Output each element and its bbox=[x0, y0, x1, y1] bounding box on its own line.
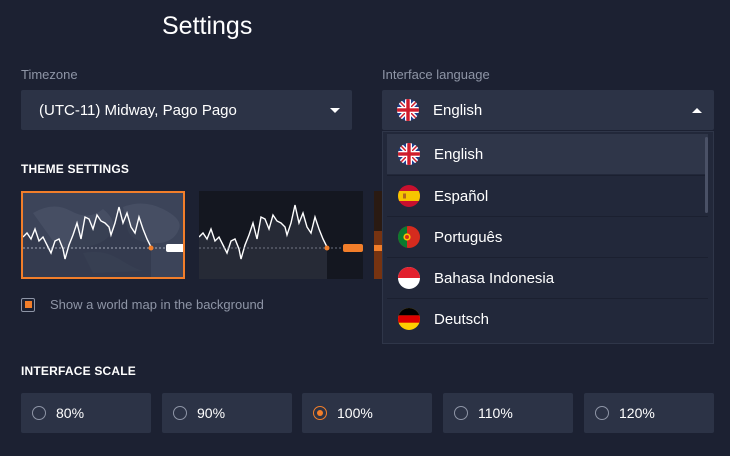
language-option-english[interactable]: English bbox=[387, 134, 708, 174]
scale-option-100[interactable]: 100% bbox=[302, 393, 432, 433]
timezone-select[interactable]: (UTC-11) Midway, Pago Pago bbox=[21, 90, 352, 130]
theme-card-light-map[interactable] bbox=[21, 191, 185, 279]
language-option-portugues[interactable]: Português bbox=[387, 217, 708, 257]
world-map-option[interactable]: Show a world map in the background bbox=[21, 297, 264, 312]
language-option-label: Português bbox=[434, 228, 503, 246]
world-map-checkbox[interactable] bbox=[21, 297, 35, 312]
radio-selected-icon bbox=[313, 406, 327, 420]
scale-option-label: 110% bbox=[478, 405, 513, 421]
language-option-bahasa-indonesia[interactable]: Bahasa Indonesia bbox=[387, 258, 708, 298]
radio-icon bbox=[454, 406, 468, 420]
radio-icon bbox=[595, 406, 609, 420]
language-dropdown: English Español Português Bahasa Indones… bbox=[382, 131, 714, 344]
chevron-up-icon bbox=[692, 107, 702, 113]
language-select[interactable]: English bbox=[382, 90, 714, 130]
timezone-value: (UTC-11) Midway, Pago Pago bbox=[39, 101, 237, 119]
radio-icon bbox=[32, 406, 46, 420]
indonesia-flag-icon bbox=[398, 267, 420, 289]
language-option-deutsch[interactable]: Deutsch bbox=[387, 299, 708, 339]
theme-card-dark[interactable] bbox=[199, 191, 363, 279]
chevron-down-icon bbox=[330, 107, 340, 113]
scale-option-label: 80% bbox=[56, 405, 85, 421]
language-option-label: English bbox=[434, 145, 484, 163]
radio-icon bbox=[173, 406, 187, 420]
language-option-label: Bahasa Indonesia bbox=[434, 269, 555, 287]
scale-option-label: 100% bbox=[337, 405, 373, 421]
spain-flag-icon bbox=[398, 185, 420, 207]
uk-flag-icon bbox=[398, 143, 420, 165]
uk-flag-icon bbox=[397, 99, 419, 121]
scale-option-120[interactable]: 120% bbox=[584, 393, 714, 433]
language-option-label: Español bbox=[434, 187, 489, 205]
germany-flag-icon bbox=[398, 308, 420, 330]
language-option-label: Deutsch bbox=[434, 310, 490, 328]
interface-scale-heading: INTERFACE SCALE bbox=[21, 364, 137, 378]
portugal-flag-icon bbox=[398, 226, 420, 248]
theme-settings-heading: THEME SETTINGS bbox=[21, 162, 130, 176]
scale-option-80[interactable]: 80% bbox=[21, 393, 151, 433]
language-label: Interface language bbox=[382, 67, 490, 82]
scale-option-90[interactable]: 90% bbox=[162, 393, 292, 433]
timezone-label: Timezone bbox=[21, 67, 78, 82]
scale-option-label: 120% bbox=[619, 405, 655, 421]
page-title: Settings bbox=[162, 12, 253, 40]
world-map-label: Show a world map in the background bbox=[50, 297, 264, 312]
language-value: English bbox=[433, 101, 483, 119]
scale-option-label: 90% bbox=[197, 405, 226, 421]
language-option-espanol[interactable]: Español bbox=[387, 176, 708, 216]
scale-option-110[interactable]: 110% bbox=[443, 393, 573, 433]
dropdown-scrollbar[interactable] bbox=[705, 137, 708, 213]
